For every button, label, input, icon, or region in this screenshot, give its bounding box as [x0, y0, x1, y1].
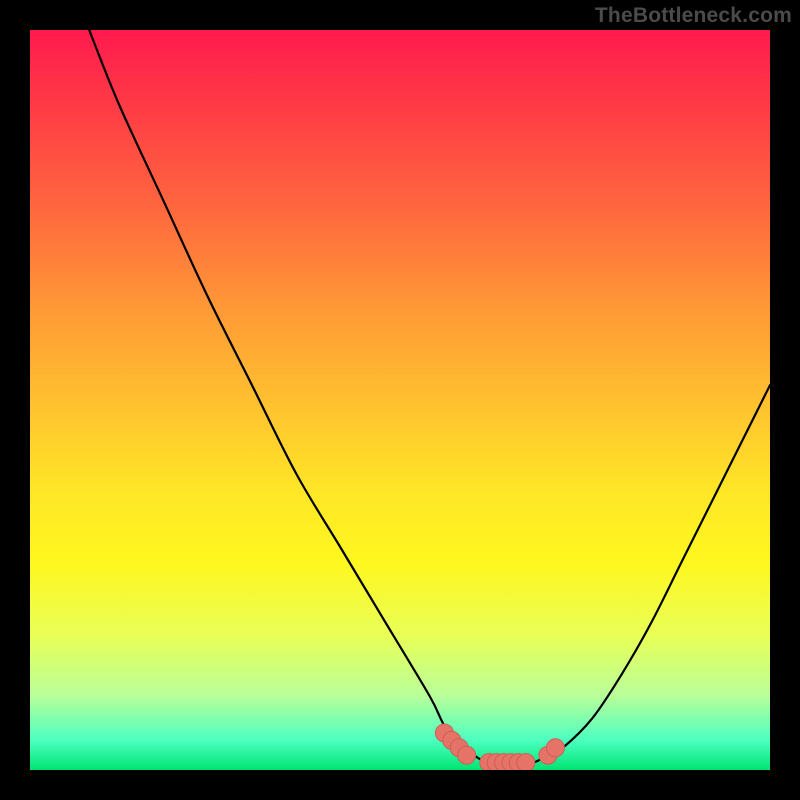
watermark-text: TheBottleneck.com — [595, 4, 792, 28]
curve-marker — [546, 739, 564, 757]
curve-markers — [435, 724, 564, 770]
bottleneck-curve-svg — [30, 30, 770, 770]
curve-marker — [458, 746, 476, 764]
plot-area — [30, 30, 770, 770]
curve-marker — [517, 754, 535, 770]
bottleneck-curve-path — [89, 30, 770, 763]
chart-frame: TheBottleneck.com — [0, 0, 800, 800]
